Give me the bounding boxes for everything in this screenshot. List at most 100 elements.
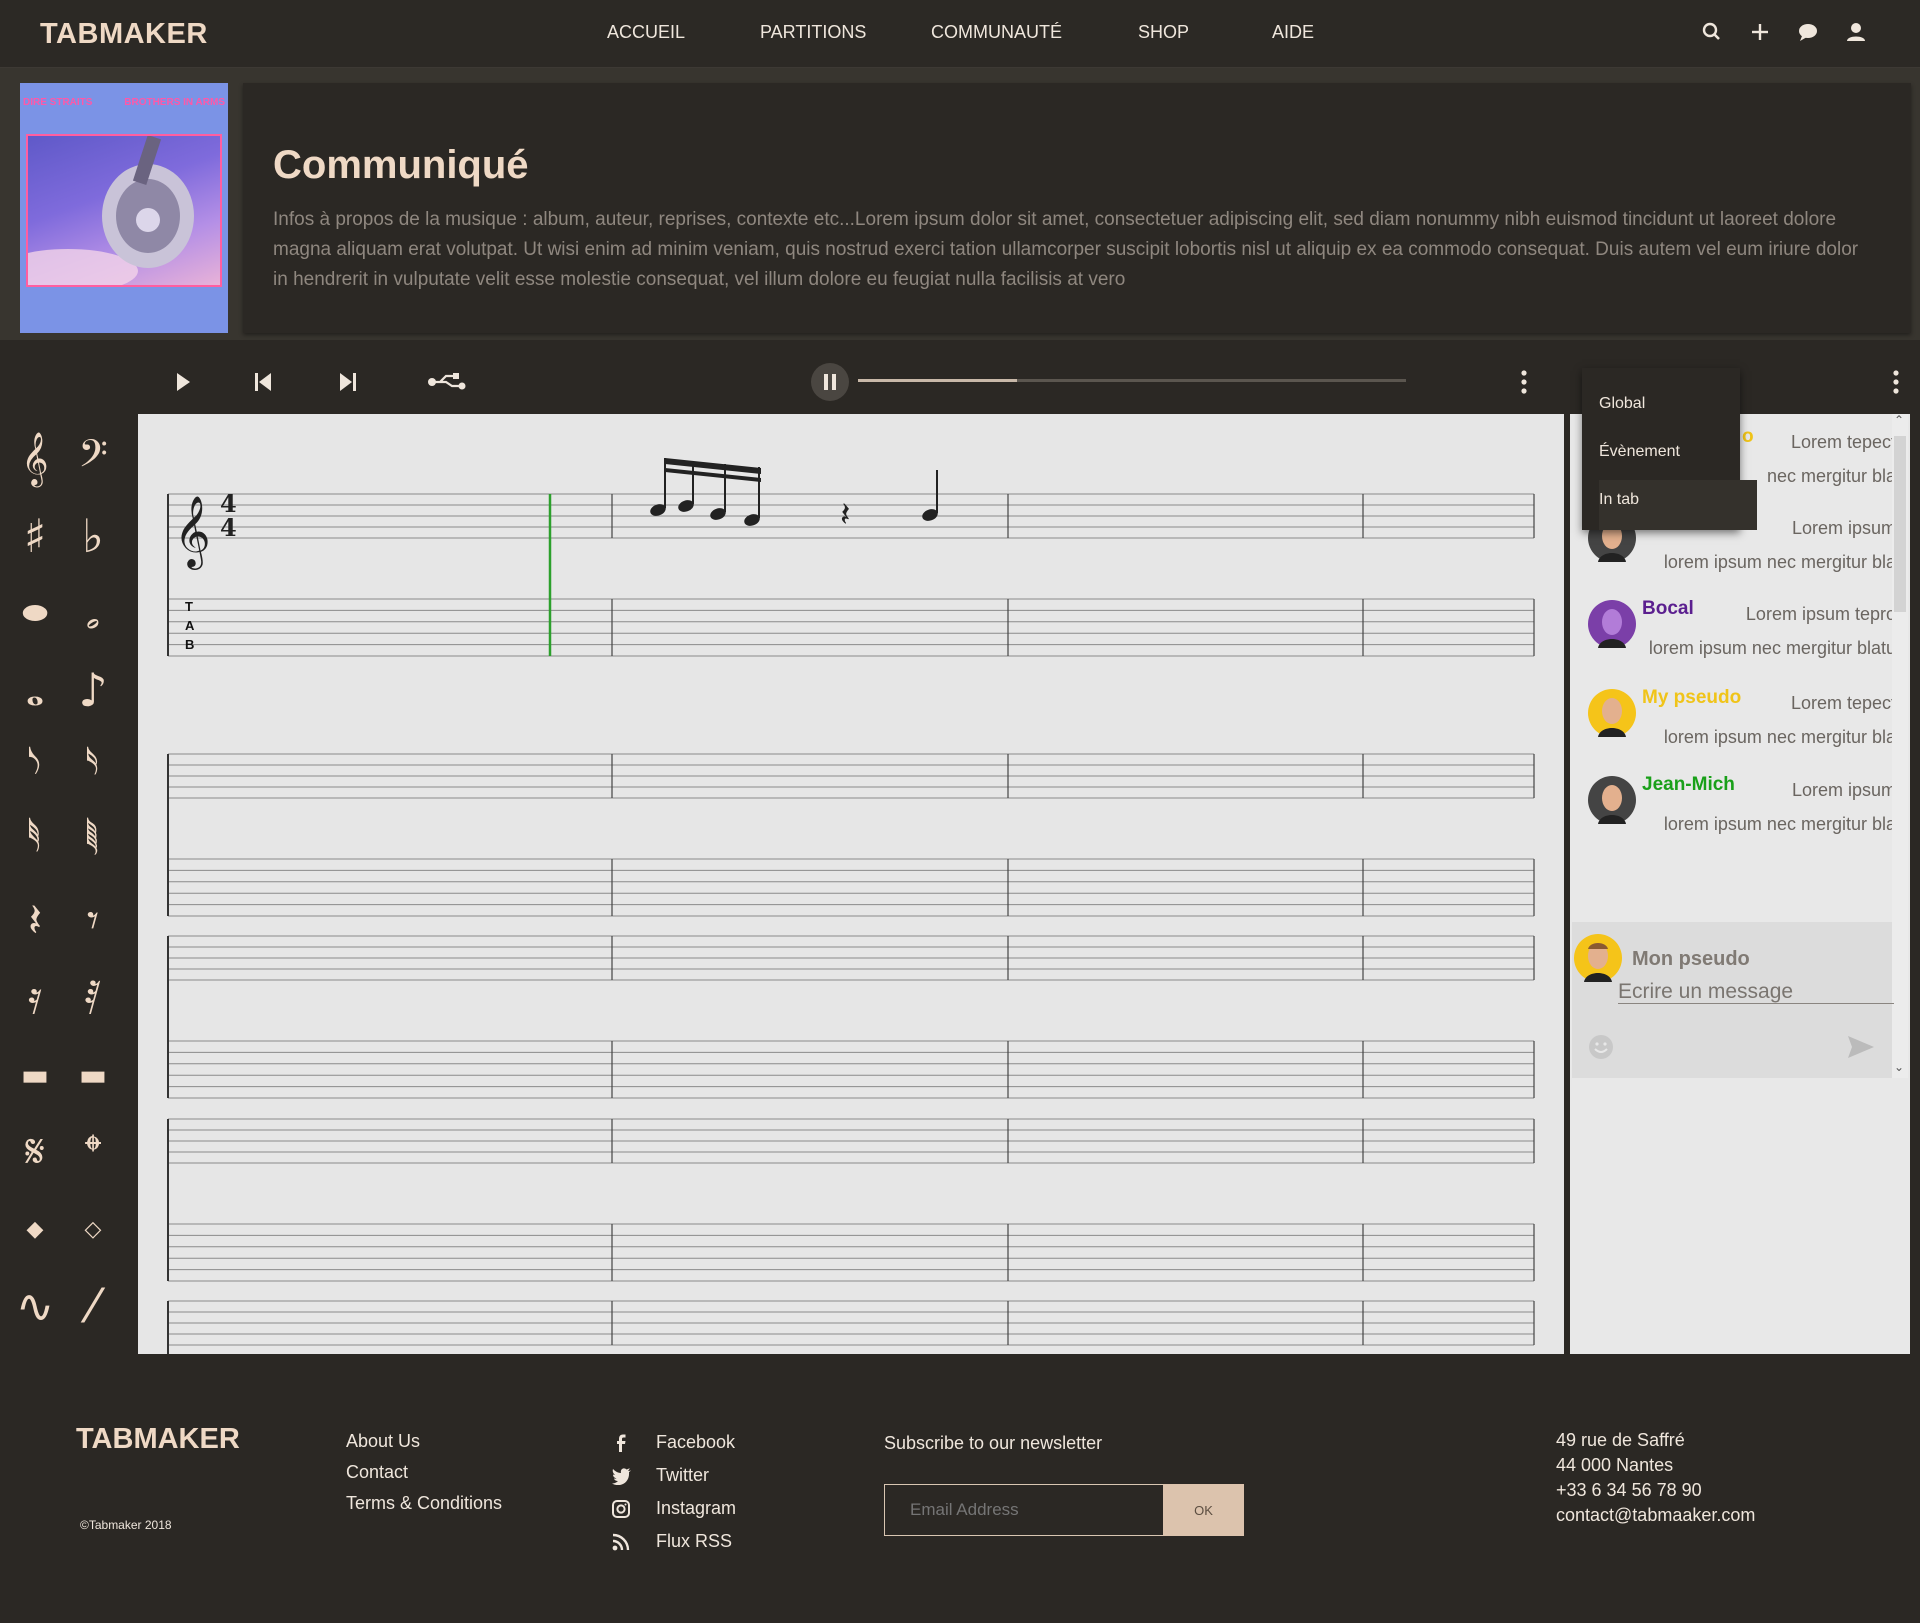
user-avatar[interactable] [1588, 600, 1636, 648]
chat-message-line2: lorem ipsum nec mergitur bla [1663, 552, 1896, 572]
harmonic-filled-icon[interactable]: ◆ [10, 1204, 60, 1254]
score-sheet[interactable]: 𝄞 4 4 T A B 𝄽 [138, 414, 1564, 1354]
album-title: BROTHERS IN ARMS [124, 97, 225, 108]
quarter-rest: 𝄽 [840, 495, 850, 535]
footer-copyright: ©Tabmaker 2018 [80, 1518, 172, 1532]
thirty-second-rest-icon[interactable]: 𝅀 [68, 970, 118, 1024]
instagram-icon [612, 1500, 630, 1518]
nav-accueil[interactable]: ACCUEIL [607, 22, 685, 43]
chat-icon[interactable] [1796, 20, 1820, 44]
album-cover: DIRE STRAITS BROTHERS IN ARMS [20, 83, 228, 333]
eighth-note-icon[interactable]: ♪ [68, 663, 118, 717]
communique-title: Communiqué [273, 143, 529, 187]
compose-box: Mon pseudo Ecrire un message [1572, 922, 1894, 1078]
send-icon[interactable] [1846, 1032, 1876, 1067]
chat-scrollbar[interactable]: ⌃ ⌄ [1892, 413, 1908, 1078]
social-instagram[interactable]: Instagram [612, 1492, 736, 1525]
sixteenth-flag-icon[interactable]: 𝅯 [68, 739, 118, 793]
thirty-second-flag-icon[interactable]: 𝅰 [10, 816, 60, 870]
treble-clef-icon[interactable]: 𝄞 [10, 431, 60, 485]
slide-icon[interactable]: ⁄ [68, 1279, 118, 1333]
progress-bar[interactable] [858, 379, 1406, 382]
scroll-up-icon[interactable]: ⌃ [1894, 413, 1904, 427]
newsletter-label: Subscribe to our newsletter [884, 1433, 1103, 1453]
bass-clef-icon[interactable]: 𝄢 [68, 431, 118, 485]
scroll-down-icon[interactable]: ⌄ [1894, 1060, 1904, 1074]
whole-note-icon[interactable]: ⬬ [10, 588, 60, 638]
search-icon[interactable] [1700, 20, 1724, 44]
segno-icon[interactable]: 𝄋 [10, 1124, 60, 1178]
notation-toolbox: 𝄞 𝄢 ♯ ♭ ⬬ 𝅗 𝅝 ♪𝅮𝅯𝅰𝅱 𝄽 𝄾 𝄿 𝅀 ▬ ▬ 𝄋 𝄌 ◆ ◇ ∿ ⁄ [0, 414, 138, 1354]
share-icon[interactable] [426, 368, 468, 396]
scroll-thumb[interactable] [1894, 436, 1906, 612]
social-twitter[interactable]: Twitter [612, 1459, 736, 1492]
link-contact[interactable]: Contact [346, 1457, 502, 1488]
more-icon[interactable] [1518, 368, 1546, 396]
nav-partitions[interactable]: PARTITIONS [760, 22, 866, 43]
chat-message-line2: lorem ipsum nec mergitur blatu [1648, 638, 1896, 658]
chat-more-icon[interactable] [1890, 368, 1902, 401]
social-rss[interactable]: Flux RSS [612, 1525, 736, 1558]
emoji-icon[interactable] [1588, 1034, 1614, 1065]
dropdown-item-in-tab[interactable]: In tab [1599, 491, 1639, 509]
twitter-icon [612, 1468, 631, 1485]
half-rest-icon[interactable]: ▬ [68, 1050, 118, 1100]
social-facebook[interactable]: Facebook [612, 1426, 736, 1459]
chat-user-name[interactable]: My pseudo [1642, 687, 1741, 709]
chat-message-line1: Lorem ipsum [1791, 518, 1896, 538]
footer-social: Facebook Twitter Instagram Flux RSS [612, 1426, 736, 1558]
eighth-rest-icon[interactable]: 𝄾 [68, 893, 118, 947]
skip-forward-icon[interactable] [334, 368, 362, 396]
chat-user-name[interactable]: Jean-Mich [1642, 774, 1735, 796]
tab-letter: A [185, 618, 195, 633]
nav-aide[interactable]: AIDE [1272, 22, 1314, 43]
dropdown-item-evenement[interactable]: Évènement [1599, 443, 1680, 461]
harmonic-open-icon[interactable]: ◇ [68, 1204, 118, 1254]
address-email[interactable]: contact@tabmaaker.com [1556, 1503, 1755, 1528]
chat-user-name[interactable]: Bocal [1642, 598, 1694, 620]
album-artwork [20, 134, 222, 293]
user-icon[interactable] [1844, 20, 1868, 44]
user-avatar[interactable] [1588, 776, 1636, 824]
whole-note-alt-icon[interactable]: 𝅝 [10, 662, 60, 716]
newsletter-email-input[interactable] [884, 1484, 1164, 1536]
vibrato-icon[interactable]: ∿ [10, 1279, 60, 1333]
address-city: 44 000 Nantes [1556, 1455, 1674, 1475]
nav-communaute[interactable]: COMMUNAUTÉ [931, 22, 1062, 43]
twitter-label: Twitter [656, 1465, 710, 1485]
plus-icon[interactable] [1748, 20, 1772, 44]
chat-channel-dropdown: Global Évènement In tab [1582, 368, 1757, 530]
chat-user-name[interactable]: o [1742, 426, 1754, 448]
coda-icon[interactable]: 𝄌 [68, 1124, 118, 1178]
sixty-fourth-flag-icon[interactable]: 𝅱 [68, 816, 118, 870]
eighth-flag-icon[interactable]: 𝅮 [10, 739, 60, 793]
half-note-icon[interactable]: 𝅗 [68, 585, 118, 639]
chat-message-line1: Lorem tepect [1790, 693, 1896, 713]
whole-rest-icon[interactable]: ▬ [10, 1050, 60, 1100]
user-avatar[interactable] [1588, 689, 1636, 737]
newsletter-ok-button[interactable]: OK [1163, 1484, 1244, 1536]
play-icon[interactable] [168, 368, 196, 396]
quarter-rest-icon[interactable]: 𝄽 [10, 893, 60, 947]
footer-logo[interactable]: TABMAKER [76, 1423, 240, 1456]
link-terms[interactable]: Terms & Conditions [346, 1488, 502, 1519]
dropdown-item-global[interactable]: Global [1599, 395, 1645, 413]
link-about[interactable]: About Us [346, 1426, 502, 1457]
facebook-label: Facebook [656, 1432, 736, 1452]
skip-back-icon[interactable] [249, 368, 277, 396]
chat-message: Bocal Lorem ipsum tepro lorem ipsum nec me… [1586, 598, 1902, 680]
sharp-icon[interactable]: ♯ [10, 509, 60, 563]
rss-icon [612, 1533, 630, 1551]
chat-message-line1: Lorem ipsum [1791, 780, 1896, 800]
nav-shop[interactable]: SHOP [1138, 22, 1189, 43]
pause-icon[interactable] [810, 362, 850, 402]
logo[interactable]: TABMAKER [40, 18, 208, 51]
flat-icon[interactable]: ♭ [68, 509, 118, 563]
tab-letter: T [185, 599, 193, 614]
chat-message-line1: Lorem tepect [1790, 432, 1896, 452]
message-input[interactable]: Ecrire un message [1618, 980, 1894, 1004]
address-phone: +33 6 34 56 78 90 [1556, 1480, 1702, 1500]
chat-message: My pseudo Lorem tepect lorem ipsum nec mer… [1586, 687, 1902, 769]
footer-links: About Us Contact Terms & Conditions [346, 1426, 502, 1519]
sixteenth-rest-icon[interactable]: 𝄿 [10, 970, 60, 1024]
